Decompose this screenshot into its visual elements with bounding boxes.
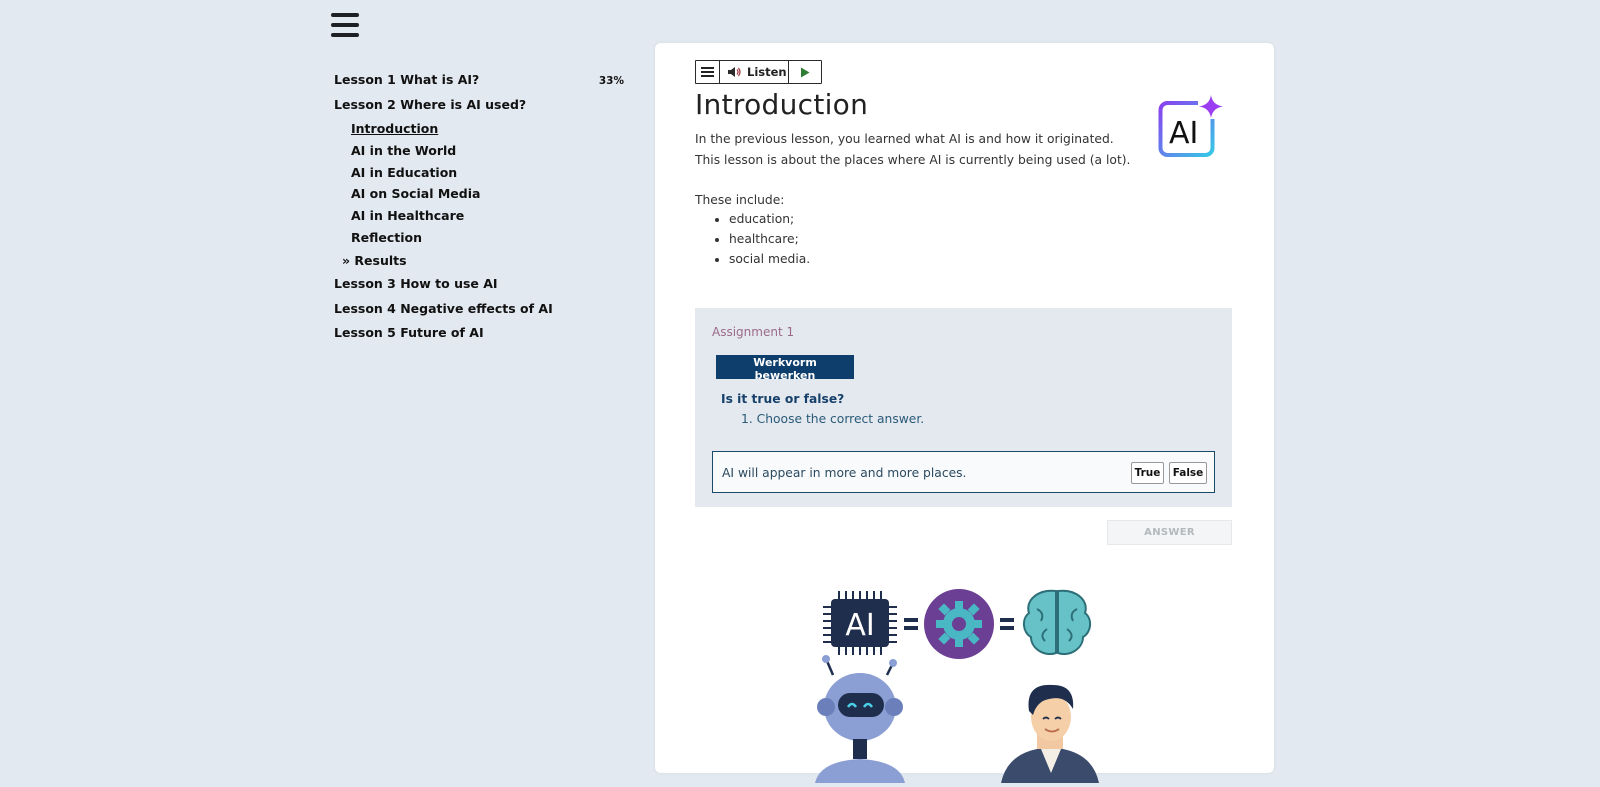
lesson-label: Lesson 5 Future of AI [334,325,484,341]
main-menu-icon[interactable] [331,12,359,38]
logo-text: AI [1169,116,1198,151]
speaker-icon [727,66,741,78]
menu-line [701,71,714,73]
ai-brain-illustration: AI [775,583,1155,787]
ai-chip-icon: AI [823,591,897,655]
menu-bar-bottom [331,33,359,37]
ai-logo-icon: AI [1158,93,1224,163]
lesson-5-link[interactable]: Lesson 5 Future of AI [334,323,624,348]
answer-button[interactable]: ANSWER [1107,520,1232,545]
brain-icon [1023,589,1091,655]
subitem-results[interactable]: » Results [334,250,624,275]
menu-bar-middle [331,23,359,27]
includes-label: These include: [695,193,785,207]
assignment-panel: Assignment 1 Werkvorm bewerken Is it tru… [695,308,1232,507]
subitem-ai-on-social-media[interactable]: AI on Social Media [334,184,624,206]
lesson-3-link[interactable]: Lesson 3 How to use AI [334,274,624,299]
lesson-label: Lesson 4 Negative effects of AI [334,300,553,316]
lesson-1-link[interactable]: Lesson 1 What is AI? 33% [334,70,624,95]
assignment-label: Assignment 1 [712,325,795,339]
chip-text: AI [845,608,874,643]
subitem-ai-in-the-world[interactable]: AI in the World [334,141,624,163]
lesson-4-link[interactable]: Lesson 4 Negative effects of AI [334,299,624,324]
person-icon [1001,684,1099,783]
list-item: education; [729,209,810,229]
edit-exercise-button[interactable]: Werkvorm bewerken [716,355,854,382]
lesson-progress: 33% [598,75,624,87]
lesson-2-link[interactable]: Lesson 2 Where is AI used? [334,95,624,120]
true-button[interactable]: True [1131,462,1164,484]
intro-paragraph: In the previous lesson, you learned what… [695,132,1131,167]
usage-list: education; healthcare; social media. [695,209,810,269]
lesson-navigation: Lesson 1 What is AI? 33% Lesson 2 Where … [334,70,624,348]
subitem-introduction[interactable]: Introduction [334,119,624,141]
menu-line [701,75,714,77]
list-item: healthcare; [729,229,810,249]
menu-bar-top [331,13,359,17]
content-card: Listen Introduction AI In the previous l… [655,43,1274,783]
listen-label: Listen [747,65,787,79]
lesson-label: Lesson 2 Where is AI used? [334,96,527,112]
listen-button[interactable]: Listen [720,61,789,83]
play-icon[interactable] [789,61,821,83]
read-aloud-toolbar: Listen [695,60,822,84]
subitem-ai-in-education[interactable]: AI in Education [334,163,624,185]
question-instruction: 1. Choose the correct answer. [741,412,925,426]
statement-row: AI will appear in more and more places. … [712,451,1215,493]
subitem-ai-in-healthcare[interactable]: AI in Healthcare [334,206,624,228]
statement-text: AI will appear in more and more places. [722,466,967,480]
menu-icon[interactable] [696,61,720,83]
subitem-reflection[interactable]: Reflection [334,228,624,250]
gear-icon [924,589,994,659]
list-item: social media. [729,249,810,269]
robot-icon [815,655,905,783]
lesson-label: Lesson 1 What is AI? [334,72,480,87]
lesson-label: Lesson 3 How to use AI [334,276,498,292]
menu-line [701,67,714,69]
question-title: Is it true or false? [721,392,845,406]
page-title: Introduction [695,88,869,121]
false-button[interactable]: False [1169,462,1207,484]
